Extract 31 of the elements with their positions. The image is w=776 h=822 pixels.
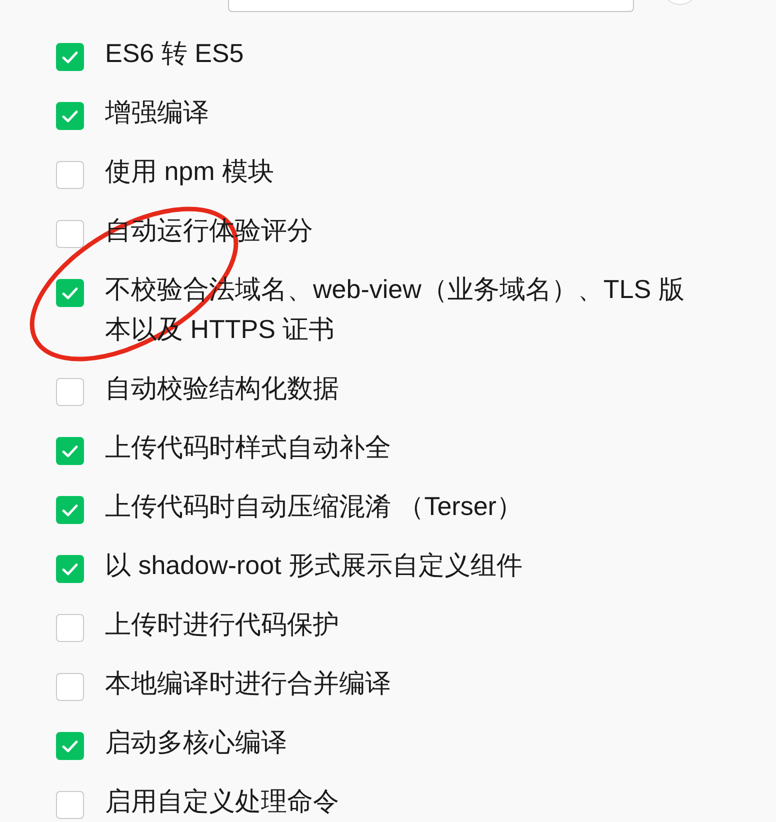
check-icon bbox=[62, 740, 78, 752]
checkbox[interactable] bbox=[56, 496, 84, 524]
checkbox[interactable] bbox=[56, 673, 84, 701]
option-label: 增强编译 bbox=[105, 96, 210, 129]
checkbox[interactable] bbox=[56, 378, 84, 406]
check-icon bbox=[62, 110, 78, 122]
checkbox[interactable] bbox=[56, 555, 84, 583]
check-icon bbox=[62, 504, 78, 516]
checkbox[interactable] bbox=[56, 279, 84, 307]
checkbox[interactable] bbox=[56, 43, 84, 71]
option-label: 上传时进行代码保护 bbox=[105, 608, 340, 641]
check-icon bbox=[62, 50, 78, 64]
option-label: 使用 npm 模块 bbox=[105, 155, 276, 188]
option-label: 上传代码时自动压缩混淆 （Terser） bbox=[105, 490, 524, 523]
checkbox[interactable] bbox=[56, 732, 84, 760]
checkbox[interactable] bbox=[56, 161, 84, 189]
option-label: 以 shadow-root 形式展示自定义组件 bbox=[105, 549, 524, 582]
checkbox[interactable] bbox=[56, 791, 84, 819]
checkbox[interactable] bbox=[56, 614, 84, 642]
option-label: 启用自定义处理命令 bbox=[105, 785, 340, 818]
option-label: 启动多核心编译 bbox=[105, 726, 288, 759]
option-label: 上传代码时样式自动补全 bbox=[105, 431, 392, 464]
checkbox[interactable] bbox=[56, 220, 84, 248]
check-icon bbox=[62, 562, 78, 576]
check-icon bbox=[62, 286, 78, 300]
option-label: 自动校验结构化数据 bbox=[105, 372, 340, 405]
checkbox[interactable] bbox=[56, 102, 84, 130]
option-label: 本地编译时进行合并编译 bbox=[105, 667, 392, 700]
check-icon bbox=[62, 444, 78, 458]
option-label: ES6 转 ES5 bbox=[105, 37, 245, 70]
checkbox[interactable] bbox=[56, 437, 84, 465]
